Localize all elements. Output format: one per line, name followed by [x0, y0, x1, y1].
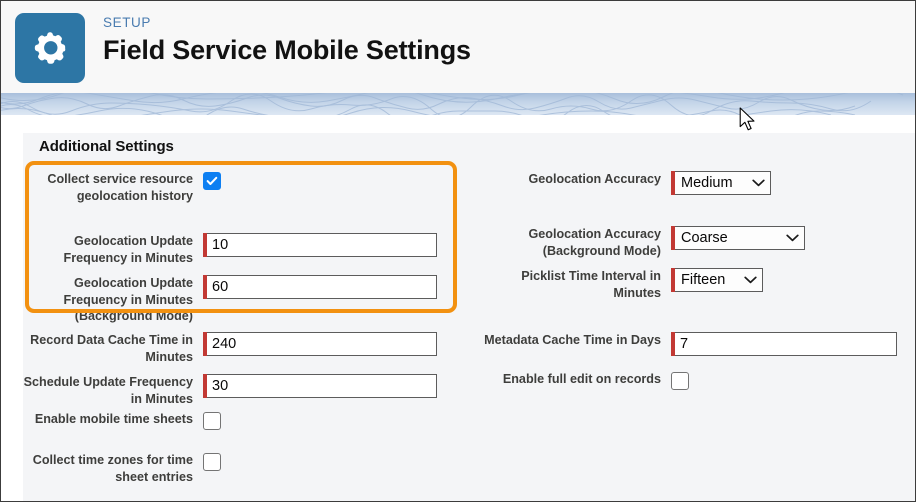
field-geolocation-accuracy-background-mode: Geolocation Accuracy (Background Mode) C…	[471, 226, 805, 259]
input-geolocation-update-frequency-in-minutes-background-mode[interactable]: 60	[207, 275, 437, 299]
field-control	[203, 171, 221, 190]
select-value: Fifteen	[681, 272, 726, 288]
field-control: 240	[203, 332, 437, 356]
required-input-wrapper: 240	[203, 332, 437, 356]
chevron-down-icon	[786, 234, 799, 242]
field-control: 10	[203, 233, 437, 257]
chevron-down-icon	[752, 179, 765, 187]
field-enable-full-edit-on-records: Enable full edit on records	[471, 371, 689, 390]
field-geolocation-accuracy: Geolocation Accuracy Medium	[471, 171, 771, 195]
field-label: Collect time zones for time sheet entrie…	[32, 453, 193, 484]
field-label: Collect service resource geolocation his…	[47, 172, 193, 203]
field-control	[671, 371, 689, 390]
chevron-down-icon	[744, 276, 757, 284]
field-collect-service-resource-geolocation-history: Collect service resource geolocation his…	[23, 171, 221, 204]
required-select-wrapper: Coarse	[671, 226, 805, 250]
field-label: Enable full edit on records	[502, 372, 661, 386]
required-input-wrapper: 30	[203, 374, 437, 398]
checkbox-enable-mobile-time-sheets[interactable]	[203, 412, 221, 430]
page-body: Additional Settings Collect service reso…	[1, 115, 915, 501]
field-enable-mobile-time-sheets: Enable mobile time sheets	[23, 411, 221, 430]
page-header: SETUP Field Service Mobile Settings	[1, 1, 915, 93]
checkbox-enable-full-edit-on-records[interactable]	[671, 372, 689, 390]
gear-icon	[15, 13, 85, 83]
field-control: Fifteen	[671, 268, 763, 292]
checkbox-collect-service-resource-geolocation-history[interactable]	[203, 172, 221, 190]
field-label: Enable mobile time sheets	[34, 412, 193, 426]
field-label: Geolocation Update Frequency in Minutes …	[63, 276, 193, 323]
checkbox-collect-time-zones-for-time-sheet-entries[interactable]	[203, 453, 221, 471]
required-input-wrapper: 7	[671, 332, 897, 356]
input-metadata-cache-time-in-days[interactable]: 7	[675, 332, 897, 356]
field-control: 60	[203, 275, 437, 299]
field-label: Geolocation Accuracy (Background Mode)	[528, 227, 661, 258]
decorative-pattern-band	[1, 93, 915, 115]
field-label: Schedule Update Frequency in Minutes	[23, 375, 193, 406]
field-geolocation-update-frequency-in-minutes-background-mode: Geolocation Update Frequency in Minutes …	[23, 275, 437, 325]
field-label: Geolocation Accuracy	[528, 172, 661, 186]
select-value: Coarse	[681, 230, 728, 246]
field-picklist-time-interval-in-minutes: Picklist Time Interval in Minutes Fiftee…	[471, 268, 763, 301]
required-input-wrapper: 60	[203, 275, 437, 299]
field-control: 7	[671, 332, 897, 356]
additional-settings-panel: Additional Settings Collect service reso…	[23, 133, 915, 501]
field-control: Medium	[671, 171, 771, 195]
field-control	[203, 452, 221, 471]
field-metadata-cache-time-in-days: Metadata Cache Time in Days 7	[471, 332, 897, 356]
field-control	[203, 411, 221, 430]
field-label: Record Data Cache Time in Minutes	[30, 333, 193, 364]
field-collect-time-zones-for-time-sheet-entries: Collect time zones for time sheet entrie…	[23, 452, 221, 485]
field-control: Coarse	[671, 226, 805, 250]
header-text: SETUP Field Service Mobile Settings	[103, 13, 471, 66]
setup-eyebrow: SETUP	[103, 15, 152, 30]
field-geolocation-update-frequency-in-minutes: Geolocation Update Frequency in Minutes …	[23, 233, 437, 266]
page-title: Field Service Mobile Settings	[103, 35, 471, 65]
field-control: 30	[203, 374, 437, 398]
field-label: Metadata Cache Time in Days	[484, 333, 661, 347]
section-title: Additional Settings	[39, 138, 174, 155]
required-select-wrapper: Fifteen	[671, 268, 763, 292]
select-picklist-time-interval-in-minutes[interactable]: Fifteen	[675, 268, 763, 292]
required-select-wrapper: Medium	[671, 171, 771, 195]
field-schedule-update-frequency-in-minutes: Schedule Update Frequency in Minutes 30	[23, 374, 437, 407]
input-schedule-update-frequency-in-minutes[interactable]: 30	[207, 374, 437, 398]
field-label: Picklist Time Interval in Minutes	[521, 269, 661, 300]
setup-page: SETUP Field Service Mobile Settings Addi…	[0, 0, 916, 502]
required-input-wrapper: 10	[203, 233, 437, 257]
select-geolocation-accuracy[interactable]: Medium	[675, 171, 771, 195]
input-record-data-cache-time-in-minutes[interactable]: 240	[207, 332, 437, 356]
header-inner: SETUP Field Service Mobile Settings	[15, 13, 471, 83]
field-record-data-cache-time-in-minutes: Record Data Cache Time in Minutes 240	[23, 332, 437, 365]
input-geolocation-update-frequency-in-minutes[interactable]: 10	[207, 233, 437, 257]
select-geolocation-accuracy-background-mode[interactable]: Coarse	[675, 226, 805, 250]
select-value: Medium	[681, 175, 733, 191]
field-label: Geolocation Update Frequency in Minutes	[63, 234, 193, 265]
